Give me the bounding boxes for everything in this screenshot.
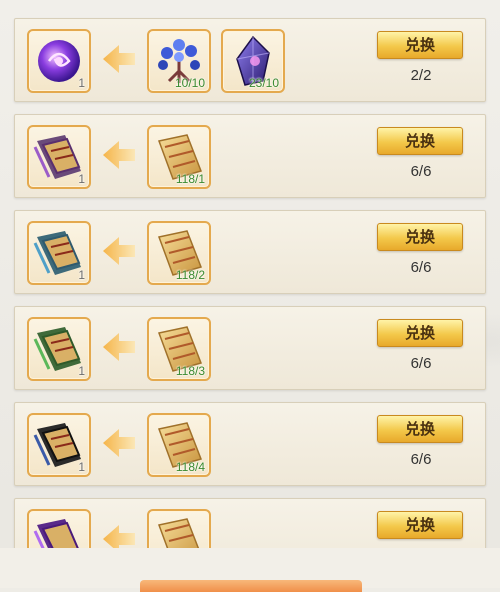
exchange-row: 兑换 [14, 498, 486, 548]
material-slot[interactable]: 118/1 [147, 125, 211, 189]
material-slot[interactable] [147, 509, 211, 548]
material-slot[interactable]: 23/10 [221, 29, 285, 93]
exchange-row: 1 118/2 兑换 6/6 [14, 210, 486, 294]
exchange-row: 1 118/1 兑换 6/6 [14, 114, 486, 198]
material-count: 118/1 [175, 172, 205, 186]
exchange-limit: 6/6 [410, 259, 432, 276]
arrow-left-icon [103, 45, 135, 73]
material-count: 23/10 [248, 76, 279, 90]
reward-count: 1 [78, 460, 85, 474]
material-slot[interactable]: 118/2 [147, 221, 211, 285]
reward-slot[interactable]: 1 [27, 29, 91, 93]
material-slot[interactable]: 118/4 [147, 413, 211, 477]
reward-count: 1 [78, 172, 85, 186]
reward-count: 1 [78, 364, 85, 378]
material-count: 118/3 [175, 364, 205, 378]
arrow-left-icon [103, 429, 135, 457]
exchange-limit: 2/2 [410, 67, 432, 84]
material-count: 118/4 [175, 460, 205, 474]
material-slot[interactable]: 118/3 [147, 317, 211, 381]
exchange-button[interactable]: 兑换 [377, 31, 463, 59]
exchange-button[interactable]: 兑换 [377, 127, 463, 155]
exchange-button[interactable]: 兑换 [377, 223, 463, 251]
exchange-row: 1 118/4 兑换 6/6 [14, 402, 486, 486]
arrow-left-icon [103, 237, 135, 265]
exchange-limit: 6/6 [410, 163, 432, 180]
exchange-row: 1 10/10 23/10 兑换 2/2 [14, 18, 486, 102]
reward-count: 1 [78, 268, 85, 282]
exchange-button[interactable]: 兑换 [377, 415, 463, 443]
reward-count: 1 [78, 76, 85, 90]
arrow-left-icon [103, 525, 135, 548]
exchange-limit: 6/6 [410, 451, 432, 468]
reward-slot[interactable]: 1 [27, 125, 91, 189]
material-count: 118/2 [175, 268, 205, 282]
arrow-left-icon [103, 333, 135, 361]
reward-slot[interactable] [27, 509, 91, 548]
exchange-limit: 6/6 [410, 355, 432, 372]
arrow-left-icon [103, 141, 135, 169]
bottom-action-button[interactable] [140, 580, 362, 592]
exchange-button[interactable]: 兑换 [377, 319, 463, 347]
reward-slot[interactable]: 1 [27, 413, 91, 477]
material-slot[interactable]: 10/10 [147, 29, 211, 93]
exchange-row: 1 118/3 兑换 6/6 [14, 306, 486, 390]
golden-scroll-icon [157, 518, 200, 548]
exchange-list[interactable]: 1 10/10 23/10 兑换 2/2 1 118/1 兑换 6/6 1 11… [0, 0, 500, 548]
reward-slot[interactable]: 1 [27, 317, 91, 381]
violet-scroll-icon [33, 519, 79, 548]
material-count: 10/10 [174, 76, 205, 90]
reward-slot[interactable]: 1 [27, 221, 91, 285]
exchange-button[interactable]: 兑换 [377, 511, 463, 539]
